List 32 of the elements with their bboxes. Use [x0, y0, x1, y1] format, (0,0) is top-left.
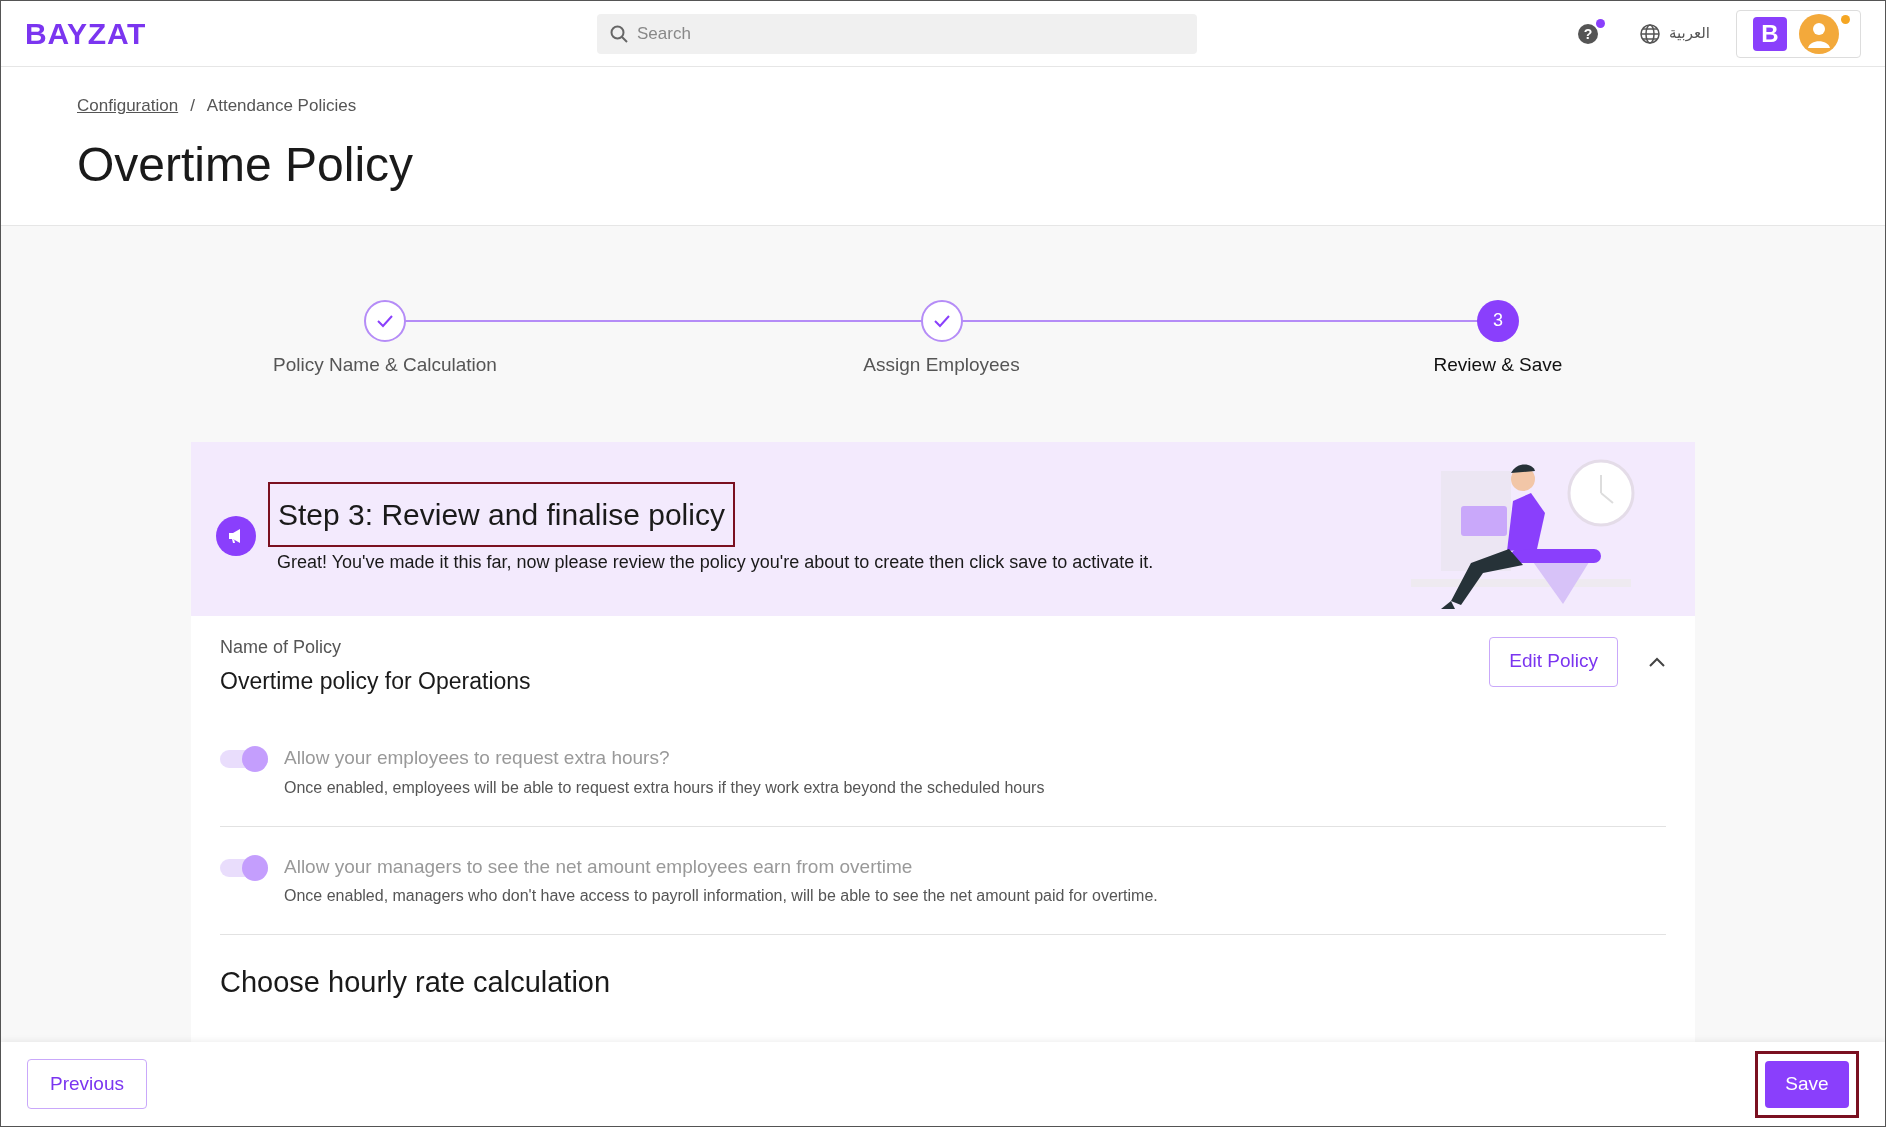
banner-text: Great! You've made it this far, now please review the policy you're about to create then click save to activate it. — [277, 550, 1154, 574]
setting-title: Allow your employees to request extra hours? — [284, 746, 671, 770]
globe-icon — [1639, 22, 1661, 45]
field-label: Name of Policy — [220, 635, 343, 659]
breadcrumb-separator: / — [190, 95, 195, 117]
company-logo: B — [1753, 16, 1787, 51]
banner-title: Step 3: Review and finalise policy — [268, 481, 735, 547]
step-label: Policy Name & Calculation — [273, 352, 497, 377]
bayzat-logo[interactable]: BAYZAT — [25, 11, 175, 56]
chevron-up-icon[interactable] — [1648, 655, 1666, 668]
search-input[interactable]: Search — [637, 20, 1185, 47]
language-link[interactable]: العربية — [1669, 22, 1710, 45]
setting-description: Once enabled, employees will be able to request extra hours if they work extra beyond the scheduled hours — [284, 777, 1045, 798]
search-field[interactable]: Search — [597, 13, 1197, 54]
page-title: Overtime Policy — [77, 140, 415, 189]
edit-policy-button[interactable]: Edit Policy — [1489, 636, 1618, 687]
step-indicator: 3 — [1477, 299, 1519, 342]
step-label: Assign Employees — [863, 352, 1020, 377]
setting-title: Allow your managers to see the net amount employees earn from overtime — [284, 854, 914, 879]
previous-button[interactable]: Previous — [27, 1059, 147, 1109]
breadcrumb-current: Attendance Policies — [206, 95, 357, 117]
setting-description: Once enabled, managers who don't have access to payroll information, will be able to see the net amount paid for overtime. — [284, 886, 1158, 906]
save-button[interactable]: Save — [1765, 1060, 1849, 1108]
account-switcher[interactable]: B — [1736, 9, 1861, 58]
search-icon — [609, 23, 629, 44]
step-label: Review & Save — [1433, 352, 1563, 377]
avatar-icon — [1799, 13, 1839, 54]
help-icon[interactable]: ? — [1577, 22, 1599, 45]
breadcrumb-link[interactable]: Configuration — [77, 93, 179, 119]
megaphone-icon — [216, 515, 256, 556]
policy-name: Overtime policy for Operations — [220, 666, 531, 696]
section-heading: Choose hourly rate calculation — [220, 965, 612, 1000]
